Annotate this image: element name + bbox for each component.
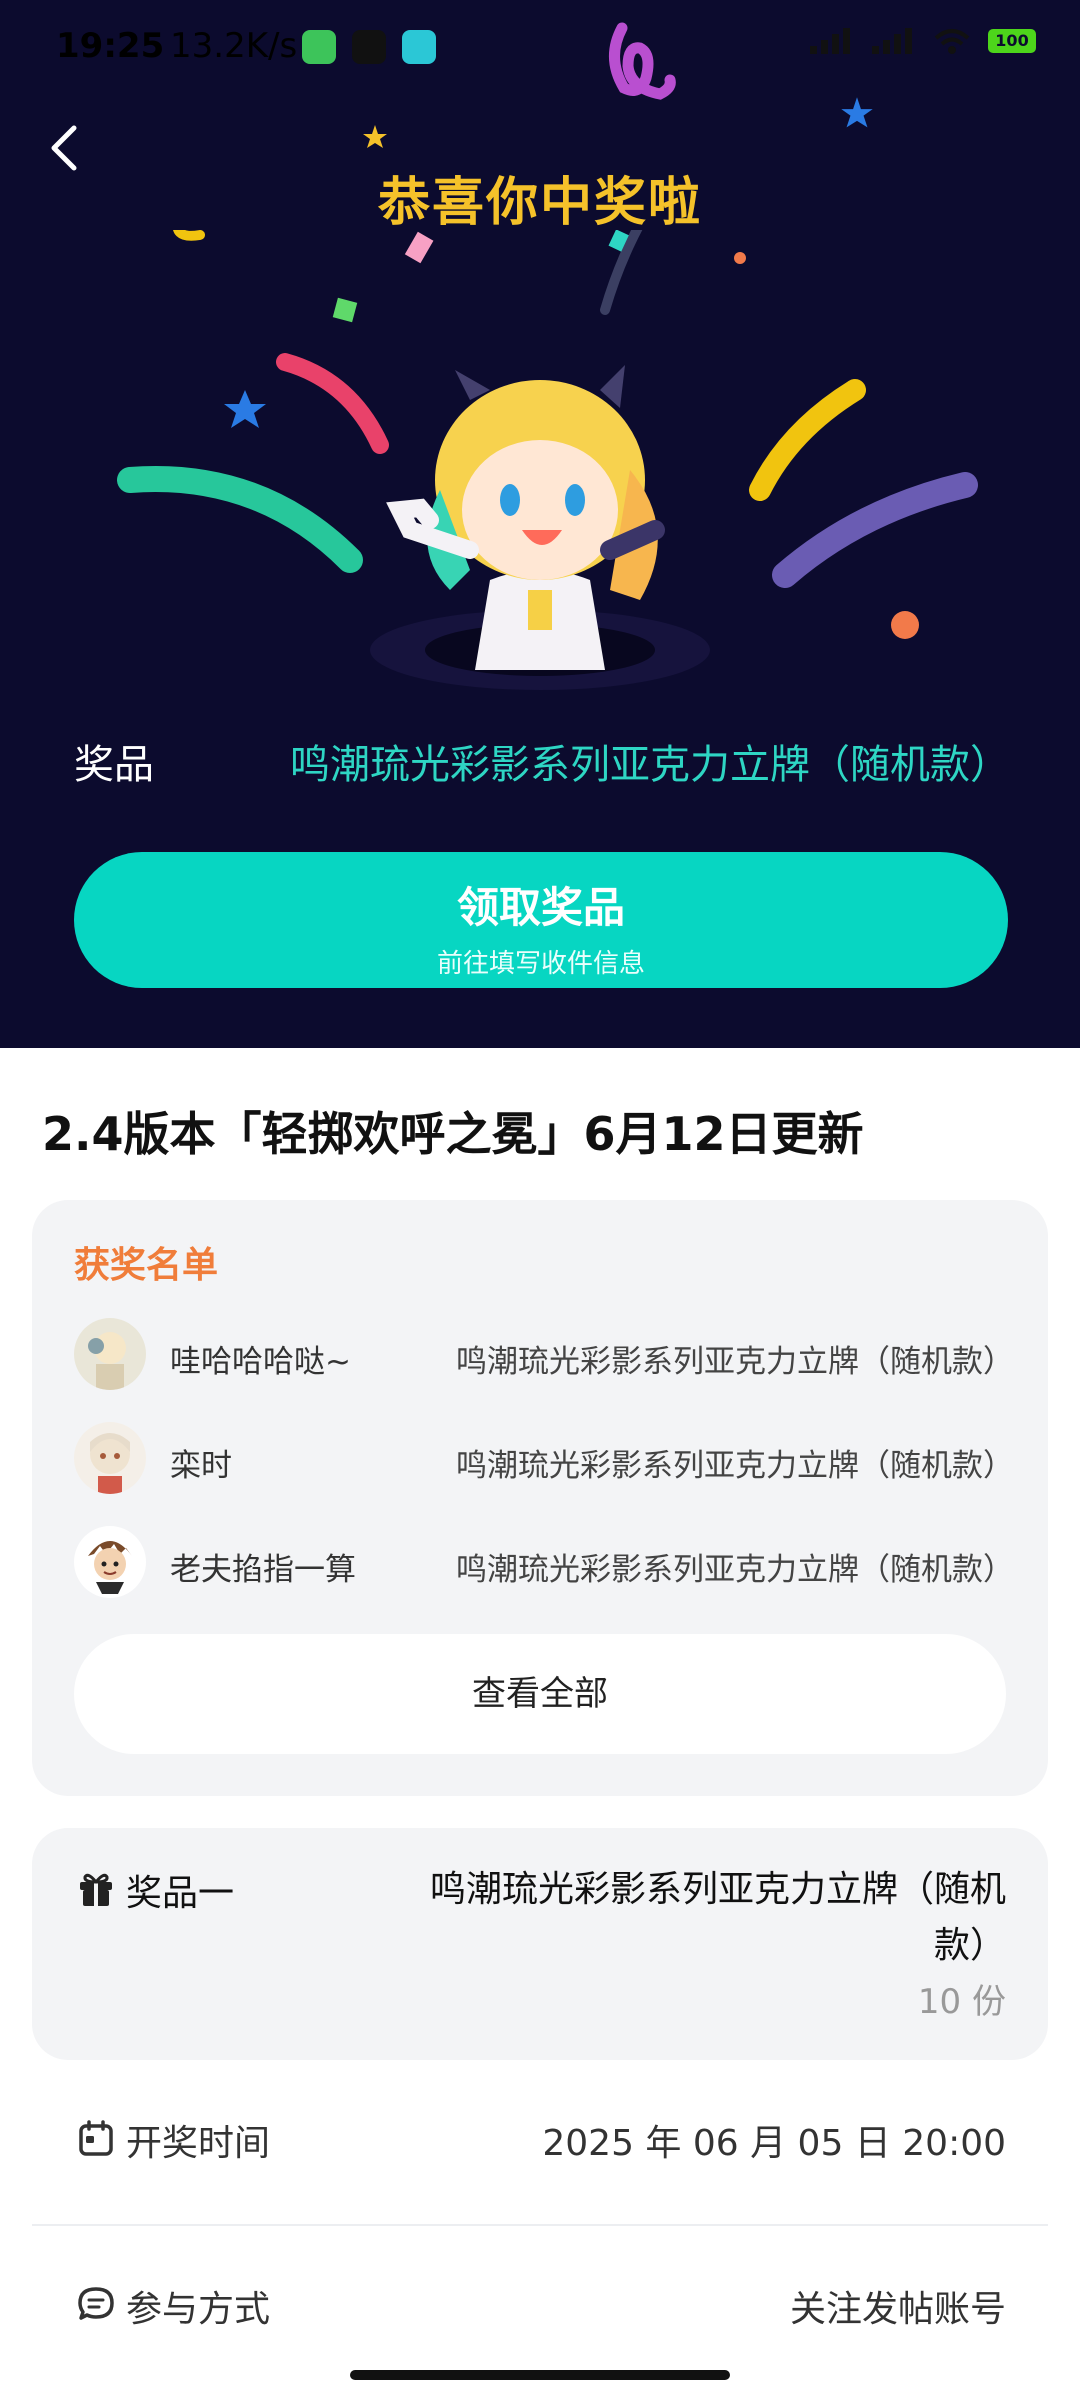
prize-row: 奖品 鸣潮琉光彩影系列亚克力立牌（随机款）: [0, 732, 1080, 792]
signal-icon: [872, 28, 912, 54]
winner-row[interactable]: 老夫掐指一算 鸣潮琉光彩影系列亚克力立牌（随机款）: [74, 1526, 1024, 1606]
calendar-icon: [79, 2120, 113, 2156]
prize-tier-label: 奖品一: [126, 1873, 235, 1914]
star-icon: [841, 97, 873, 128]
prize-value: 鸣潮琉光彩影系列亚克力立牌（随机款）: [290, 742, 1010, 788]
signal-icon: [810, 28, 850, 54]
participation-value: 关注发帖账号: [789, 2289, 1006, 2330]
avatar[interactable]: [74, 1422, 146, 1494]
status-bar: 19:25 13.2K/s 100: [0, 0, 1080, 96]
participation-label: 参与方式: [126, 2289, 271, 2330]
prize-tier-value: 鸣潮琉光彩影系列亚克力立牌（随机款）: [429, 1869, 1006, 1966]
avatar[interactable]: [74, 1318, 146, 1390]
winner-row[interactable]: 栾时 鸣潮琉光彩影系列亚克力立牌（随机款）: [74, 1422, 1024, 1502]
hero-section: 19:25 13.2K/s 100 恭喜你中奖啦 奖品 鸣潮琉光彩影系列亚克力立…: [0, 0, 1080, 1048]
taptap-icon: [402, 30, 436, 64]
draw-time-label: 开奖时间: [126, 2123, 271, 2164]
prize-count: 10 份: [917, 1982, 1006, 2022]
prize-label: 奖品: [74, 742, 154, 788]
divider: [32, 2224, 1048, 2226]
status-network-speed: 13.2K/s: [170, 26, 298, 66]
participation-row: 参与方式 关注发帖账号: [32, 2248, 1048, 2368]
view-all-button[interactable]: 查看全部: [74, 1634, 1006, 1754]
claim-button-sublabel: 前往填写收件信息: [436, 949, 645, 979]
draw-time-row: 开奖时间 2025 年 06 月 05 日 20:00: [32, 2082, 1048, 2202]
gift-icon: [80, 1873, 112, 1906]
winner-row[interactable]: 哇哈哈哈哒~ 鸣潮琉光彩影系列亚克力立牌（随机款）: [74, 1318, 1024, 1398]
prize-card: 奖品一 鸣潮琉光彩影系列亚克力立牌（随机款） 10 份: [32, 1828, 1048, 2060]
avatar[interactable]: [74, 1526, 146, 1598]
prize-illustration: [117, 230, 978, 690]
winner-prize: 鸣潮琉光彩影系列亚克力立牌（随机款）: [456, 1344, 1014, 1380]
claim-prize-button[interactable]: 领取奖品 前往填写收件信息: [74, 852, 1008, 988]
chat-bubble-icon: [78, 2287, 114, 2320]
winner-name: 老夫掐指一算: [170, 1552, 356, 1588]
winner-prize: 鸣潮琉光彩影系列亚克力立牌（随机款）: [456, 1448, 1014, 1484]
star-icon: [363, 125, 387, 148]
congrats-title: 恭喜你中奖啦: [377, 173, 702, 233]
winner-prize: 鸣潮琉光彩影系列亚克力立牌（随机款）: [456, 1552, 1014, 1588]
draw-time-value: 2025 年 06 月 05 日 20:00: [542, 2123, 1006, 2164]
winners-card: 获奖名单 哇哈哈哈哒~ 鸣潮琉光彩影系列亚克力立牌（随机款） 栾时 鸣潮琉光彩影…: [32, 1200, 1048, 1796]
claim-button-label: 领取奖品: [456, 883, 625, 932]
winner-name: 栾时: [170, 1448, 232, 1484]
status-time: 19:25: [56, 26, 165, 66]
home-indicator[interactable]: [350, 2370, 730, 2380]
winners-title: 获奖名单: [74, 1245, 219, 1286]
tiktok-icon: [352, 30, 386, 64]
battery-icon: 100: [988, 29, 1036, 53]
event-title: 2.4版本「轻掷欢呼之冕」6月12日更新: [42, 1107, 864, 1161]
wifi-icon: [934, 29, 970, 54]
winner-name: 哇哈哈哈哒~: [170, 1344, 351, 1380]
wechat-icon: [302, 30, 336, 64]
